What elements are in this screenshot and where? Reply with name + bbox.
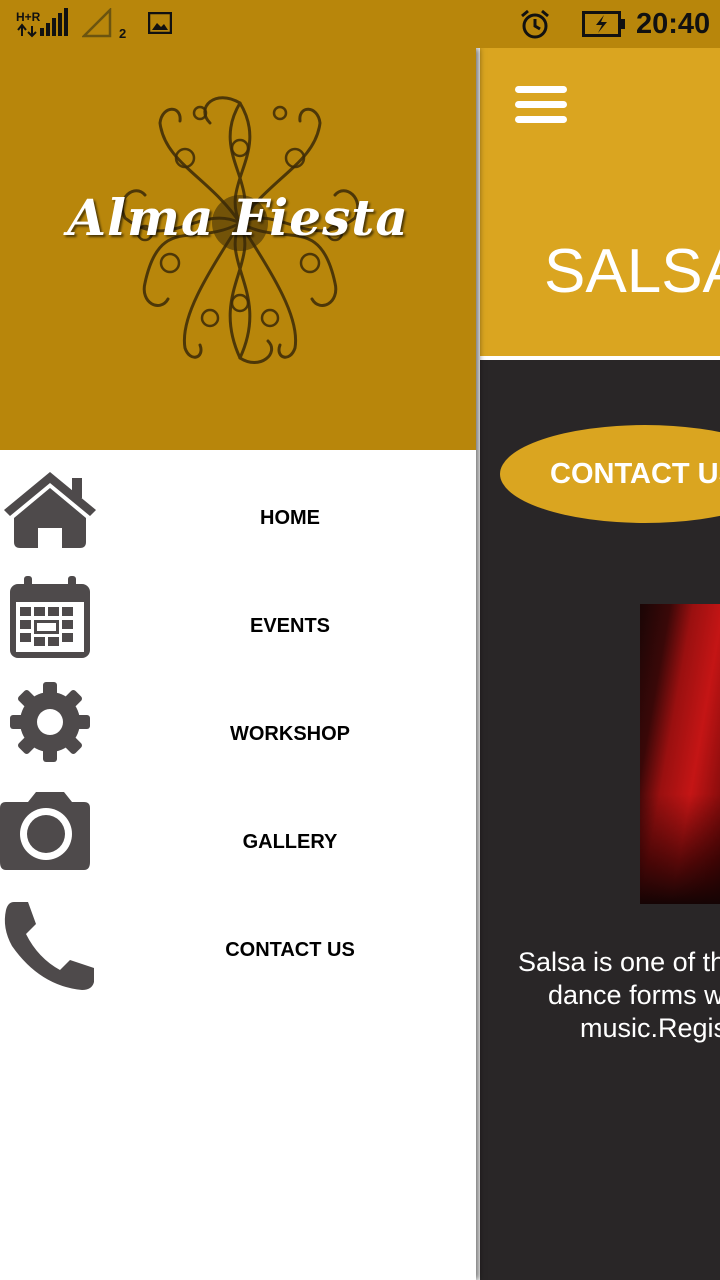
- menu-icon[interactable]: [515, 86, 569, 126]
- brand-title: Alma Fiesta: [67, 188, 409, 247]
- description-line-2: dance forms wi: [548, 980, 720, 1010]
- status-time: 20:40: [636, 8, 711, 40]
- drawer-item-workshop[interactable]: WORKSHOP: [0, 682, 476, 786]
- status-bar: H+R 2 20:40: [0, 0, 720, 48]
- drawer-item-label: HOME: [260, 507, 320, 529]
- drawer-item-gallery[interactable]: GALLERY: [0, 790, 476, 894]
- drawer-item-label: CONTACT US: [225, 939, 355, 961]
- sim2-signal-icon: [82, 8, 112, 38]
- sim2-label: 2: [119, 26, 127, 41]
- battery-charging-icon: [582, 11, 625, 37]
- drawer-item-events[interactable]: EVENTS: [0, 574, 476, 678]
- drawer-item-label: GALLERY: [242, 831, 338, 853]
- drawer-item-label: WORKSHOP: [230, 723, 350, 745]
- image-notification-icon: [148, 12, 172, 34]
- description-line-1: Salsa is one of the: [518, 947, 720, 977]
- svg-text:H+R: H+R: [16, 10, 41, 24]
- salsa-photo: [640, 604, 720, 904]
- description-line-3: music.Regist: [580, 1013, 720, 1043]
- signal-icon: H+R: [16, 8, 68, 38]
- drawer-item-contact-us[interactable]: CONTACT US: [0, 898, 476, 1002]
- drawer-header: Alma Fiesta: [0, 48, 476, 450]
- drawer-item-home[interactable]: HOME: [0, 466, 476, 570]
- page-title: SALSA: [544, 237, 720, 306]
- contact-us-button[interactable]: CONTACT US: [500, 425, 720, 523]
- app-bar: SALSA: [480, 48, 720, 360]
- alarm-icon: [521, 9, 549, 39]
- navigation-drawer: Alma Fiesta HOME EVENTS WORKSHOP GALLERY…: [0, 48, 476, 1280]
- drawer-item-label: EVENTS: [249, 615, 331, 637]
